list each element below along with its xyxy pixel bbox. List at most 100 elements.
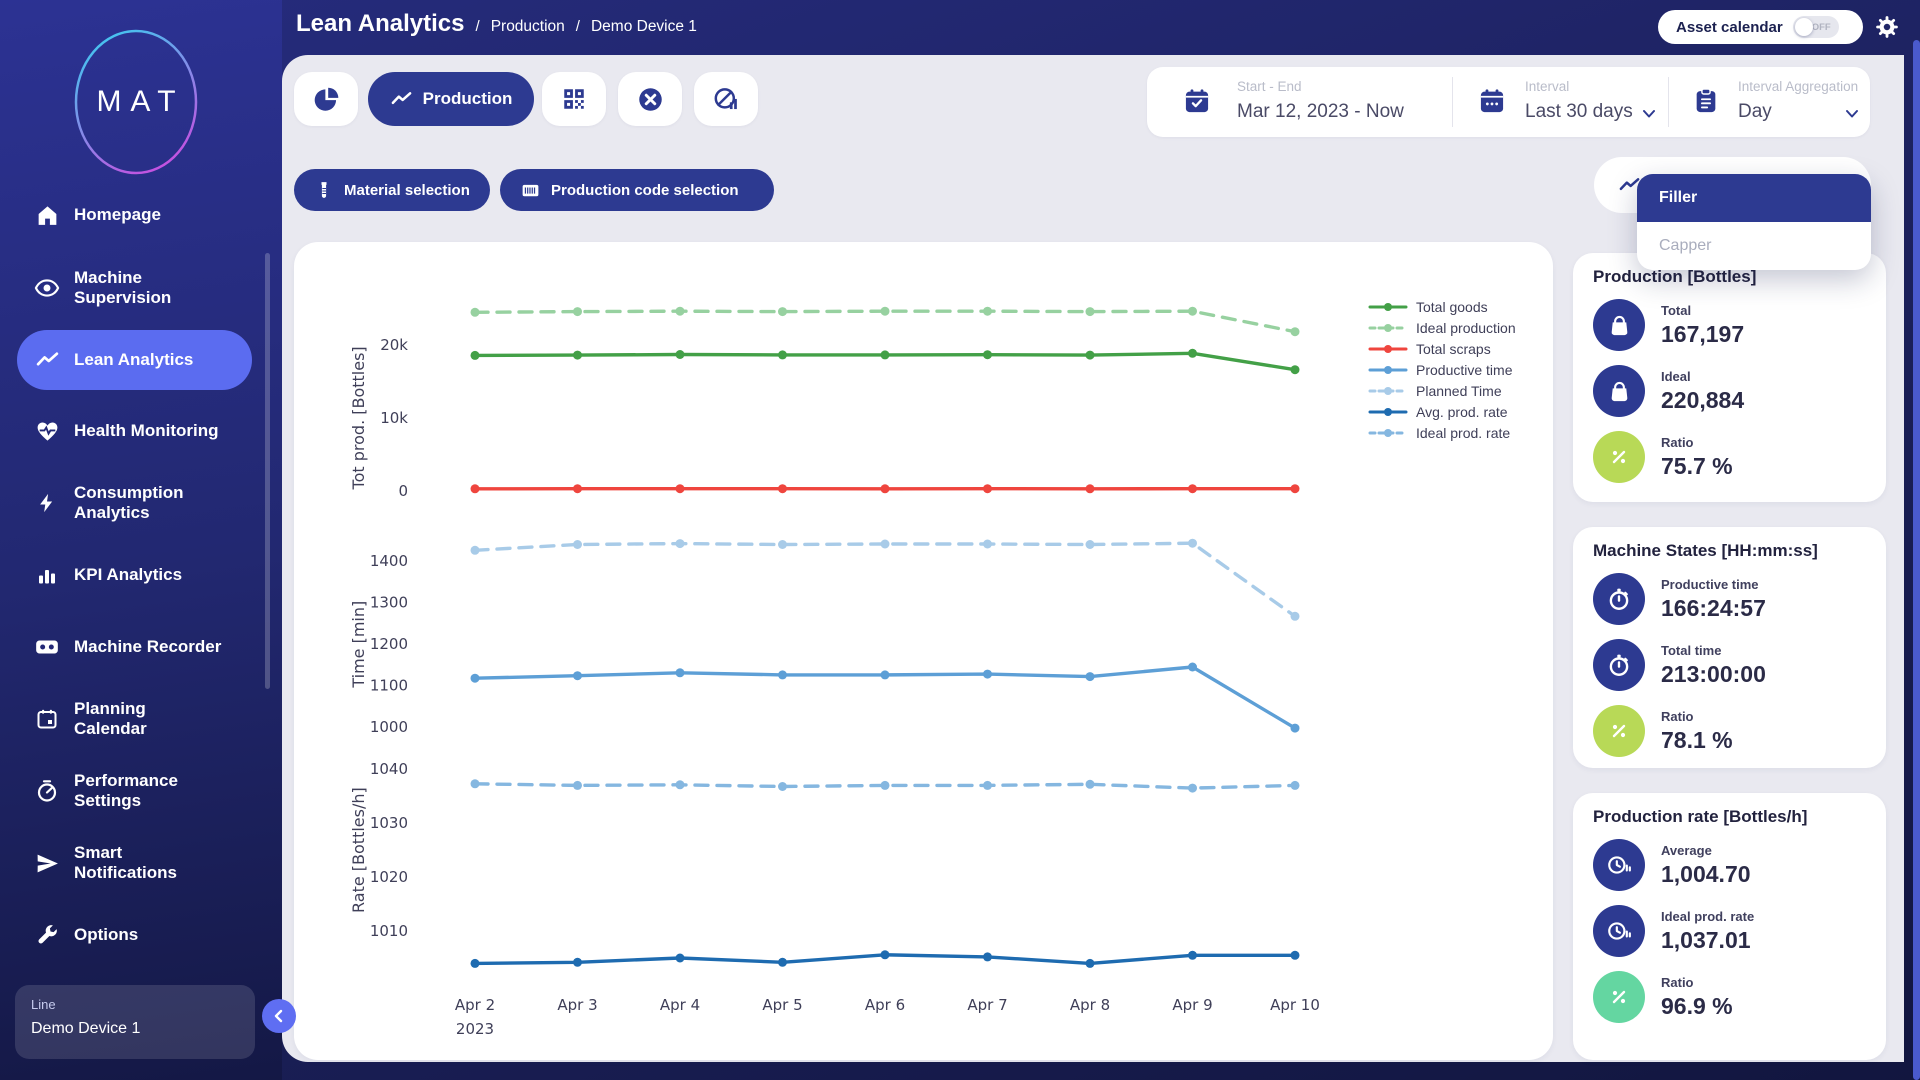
- sidebar-item-kpi-analytics[interactable]: KPI Analytics: [0, 539, 282, 611]
- legend-swatch: [1368, 364, 1408, 376]
- sidebar-item-machine-recorder[interactable]: Machine Recorder: [0, 611, 282, 683]
- summary-row-value: 167,197: [1661, 321, 1744, 348]
- svg-text:20k: 20k: [380, 336, 408, 354]
- pie-chart-button[interactable]: [294, 72, 358, 126]
- sidebar-item-lean-analytics[interactable]: Lean Analytics: [0, 324, 282, 396]
- summary-row-total-time: Total time 213:00:00: [1593, 639, 1866, 691]
- production-button-label: Production: [423, 89, 513, 109]
- summary-row-label: Productive time: [1661, 577, 1766, 592]
- machine-selection-dropdown: Filler Capper: [1637, 174, 1871, 270]
- interval-value[interactable]: Last 30 days: [1525, 101, 1633, 123]
- summary-row-value: 78.1 %: [1661, 727, 1733, 754]
- breadcrumb-production[interactable]: Production: [491, 18, 565, 36]
- clock-rate-icon: [1593, 905, 1645, 957]
- production-code-selection-label: Production code selection: [551, 182, 739, 199]
- svg-text:Tot prod. [Bottles]: Tot prod. [Bottles]: [349, 346, 368, 490]
- chevron-down-icon[interactable]: [1845, 109, 1859, 119]
- legend-swatch: [1368, 322, 1408, 334]
- sidebar-item-label: Consumption Analytics: [74, 483, 184, 523]
- clock-rate-icon: [1593, 839, 1645, 891]
- sidebar-item-homepage[interactable]: Homepage: [0, 179, 282, 251]
- start-end-label: Start - End: [1237, 79, 1302, 94]
- chevron-left-icon: [270, 1007, 288, 1025]
- legend-label: Avg. prod. rate: [1416, 404, 1508, 420]
- svg-text:2023: 2023: [456, 1020, 494, 1038]
- qr-grid-button[interactable]: [542, 72, 606, 126]
- aggregation-label: Interval Aggregation: [1738, 79, 1858, 94]
- legend-item-total-scraps[interactable]: Total scraps: [1368, 342, 1516, 355]
- production-code-selection-button[interactable]: Production code selection: [500, 169, 774, 211]
- summary-row-label: Total time: [1661, 643, 1766, 658]
- line-device-card[interactable]: Line Demo Device 1: [15, 985, 255, 1059]
- sidebar-item-label: Options: [74, 925, 138, 945]
- breadcrumb-device[interactable]: Demo Device 1: [591, 18, 697, 36]
- sidebar-item-planning-calendar[interactable]: Planning Calendar: [0, 683, 282, 755]
- legend-label: Total goods: [1416, 299, 1488, 315]
- sidebar-item-performance-settings[interactable]: Performance Settings: [0, 755, 282, 827]
- sidebar-scrollbar[interactable]: [265, 253, 270, 689]
- qr-grid-icon: [561, 86, 587, 112]
- date-controls-card: Start - End Mar 12, 2023 - Now Interval …: [1147, 67, 1870, 137]
- aggregation-value[interactable]: Day: [1738, 101, 1772, 123]
- sidebar-item-machine-supervision[interactable]: Machine Supervision: [0, 252, 282, 324]
- sidebar-item-options[interactable]: Options: [0, 899, 282, 971]
- vial-icon: [314, 180, 334, 200]
- gauge-icon: [34, 778, 60, 804]
- chevron-down-icon[interactable]: [1642, 109, 1656, 119]
- summary-card-title: Production [Bottles]: [1593, 267, 1866, 287]
- sidebar: MAT Homepage Machine Supervision Lean An…: [0, 0, 282, 1080]
- legend-item-ideal-prod-rate[interactable]: Ideal prod. rate: [1368, 426, 1516, 439]
- pie-chart-icon: [313, 86, 340, 113]
- device-card-label: Line: [31, 997, 239, 1012]
- production-view-button[interactable]: Production: [368, 72, 534, 126]
- sidebar-item-consumption-analytics[interactable]: Consumption Analytics: [0, 467, 282, 539]
- legend-swatch: [1368, 343, 1408, 355]
- circle-x-icon: [637, 86, 664, 113]
- svg-text:1400: 1400: [370, 552, 408, 570]
- sidebar-item-label: KPI Analytics: [74, 565, 182, 585]
- summary-row-value: 1,004.70: [1661, 861, 1751, 888]
- cassette-icon: [34, 634, 60, 660]
- svg-text:Apr 8: Apr 8: [1070, 996, 1110, 1014]
- home-icon: [34, 202, 60, 228]
- dropdown-option-filler[interactable]: Filler: [1637, 174, 1871, 222]
- legend-item-ideal-production[interactable]: Ideal production: [1368, 321, 1516, 334]
- page-title: Lean Analytics: [296, 10, 465, 38]
- svg-text:1010: 1010: [370, 922, 408, 940]
- svg-text:1300: 1300: [370, 594, 408, 612]
- sidebar-item-smart-notifications[interactable]: Smart Notifications: [0, 827, 282, 899]
- legend-item-planned-time[interactable]: Planned Time: [1368, 384, 1516, 397]
- material-selection-button[interactable]: Material selection: [294, 169, 490, 211]
- toggle-knob-icon: [1795, 18, 1813, 36]
- page-scrollbar[interactable]: [1913, 40, 1920, 1080]
- svg-text:Apr 4: Apr 4: [660, 996, 700, 1014]
- svg-text:Apr 2: Apr 2: [455, 996, 495, 1014]
- summary-row-value: 96.9 %: [1661, 993, 1733, 1020]
- legend-item-total-goods[interactable]: Total goods: [1368, 300, 1516, 313]
- summary-row-value: 1,037.01: [1661, 927, 1754, 954]
- svg-text:Time [min]: Time [min]: [349, 601, 368, 689]
- summary-row-label: Average: [1661, 843, 1751, 858]
- settings-gear-icon[interactable]: [1874, 14, 1900, 40]
- sidebar-item-health-monitoring[interactable]: Health Monitoring: [0, 395, 282, 467]
- legend-label: Ideal production: [1416, 320, 1516, 336]
- production-rate-card: Production rate [Bottles/h] Average 1,00…: [1573, 793, 1886, 1060]
- start-end-value[interactable]: Mar 12, 2023 - Now: [1237, 101, 1404, 123]
- legend-item-avg-prod-rate[interactable]: Avg. prod. rate: [1368, 405, 1516, 418]
- svg-text:Apr 3: Apr 3: [557, 996, 597, 1014]
- heart-pulse-icon: [34, 418, 60, 444]
- dropdown-option-capper[interactable]: Capper: [1637, 222, 1871, 270]
- sidebar-item-label: Planning Calendar: [74, 699, 147, 739]
- summary-card-title: Production rate [Bottles/h]: [1593, 807, 1866, 827]
- legend-item-productive-time[interactable]: Productive time: [1368, 363, 1516, 376]
- material-selection-label: Material selection: [344, 182, 470, 199]
- asset-calendar-toggle[interactable]: OFF: [1793, 16, 1839, 38]
- legend-label: Ideal prod. rate: [1416, 425, 1510, 441]
- svg-text:Apr 10: Apr 10: [1270, 996, 1320, 1014]
- percent-icon: [1593, 705, 1645, 757]
- sidebar-collapse-button[interactable]: [262, 999, 296, 1033]
- circle-x-button[interactable]: [618, 72, 682, 126]
- gauge-chart-button[interactable]: [694, 72, 758, 126]
- lightning-bolt-icon: [34, 490, 60, 516]
- trend-line-icon: [390, 88, 413, 111]
